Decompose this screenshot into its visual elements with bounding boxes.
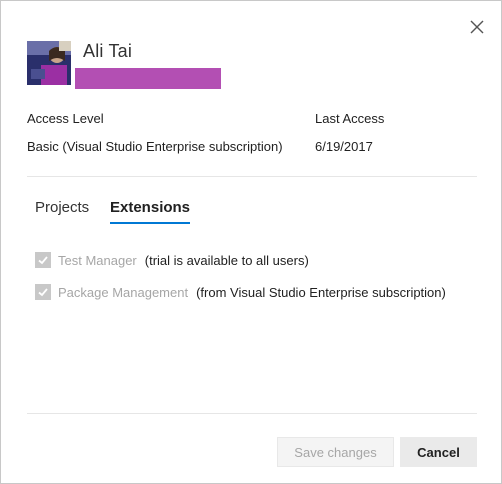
divider [27, 176, 477, 177]
extension-name: Package Management [58, 284, 189, 300]
extension-note: (from Visual Studio Enterprise subscript… [196, 284, 446, 300]
extension-name: Test Manager [58, 252, 137, 268]
footer-divider [27, 413, 477, 414]
close-icon [470, 20, 484, 34]
extension-note: (trial is available to all users) [144, 252, 309, 268]
tab-projects[interactable]: Projects [35, 199, 89, 222]
avatar [27, 41, 71, 85]
close-button[interactable] [467, 17, 487, 37]
test-manager-checkbox[interactable] [35, 252, 51, 268]
cancel-button[interactable]: Cancel [400, 437, 477, 467]
extension-item-test-manager: Test Manager (trial is available to all … [35, 251, 309, 269]
extension-item-package-management: Package Management (from Visual Studio E… [35, 283, 446, 301]
access-level-label: Access Level [27, 111, 104, 126]
tab-extensions[interactable]: Extensions [110, 199, 191, 224]
package-management-checkbox[interactable] [35, 284, 51, 300]
redacted-email [75, 68, 221, 89]
access-level-value: Basic (Visual Studio Enterprise subscrip… [27, 139, 283, 154]
checkmark-icon [38, 256, 48, 265]
last-access-label: Last Access [315, 111, 385, 126]
checkmark-icon [38, 288, 48, 297]
save-changes-button[interactable]: Save changes [277, 437, 394, 467]
last-access-value: 6/19/2017 [315, 139, 373, 154]
user-details-dialog: Ali Tai Access Level Basic (Visual Studi… [0, 0, 502, 484]
user-name: Ali Tai [83, 41, 133, 61]
